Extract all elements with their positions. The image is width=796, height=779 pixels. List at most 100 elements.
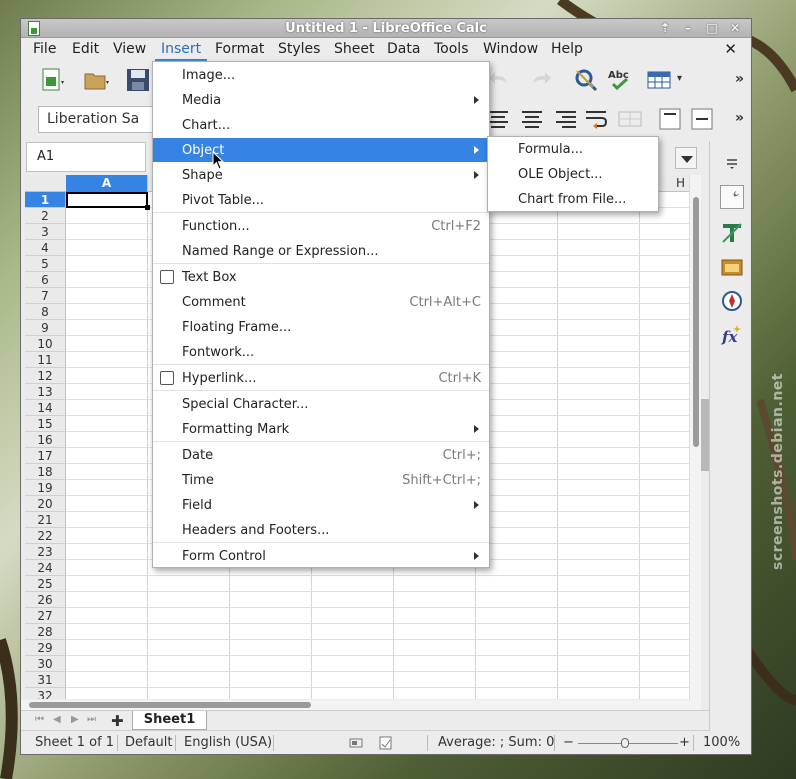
status-language[interactable]: English (USA) xyxy=(184,735,272,750)
merge-cells-icon[interactable] xyxy=(617,106,643,132)
functions-icon[interactable]: fx xyxy=(720,323,744,347)
row-header[interactable]: 21 xyxy=(25,512,66,528)
row-header[interactable]: 19 xyxy=(25,480,66,496)
align-top-icon[interactable] xyxy=(657,106,683,132)
menu-help[interactable]: Help xyxy=(551,41,583,57)
menu-view[interactable]: View xyxy=(113,41,146,57)
menu-item-text-box[interactable]: Text Box xyxy=(153,265,489,289)
row-header[interactable]: 9 xyxy=(25,320,66,336)
menu-window[interactable]: Window xyxy=(483,41,538,57)
redo-icon[interactable] xyxy=(527,67,553,93)
zoom-out-button[interactable]: − xyxy=(563,735,574,750)
row-header[interactable]: 15 xyxy=(25,416,66,432)
menu-item-chart[interactable]: Chart... xyxy=(153,113,489,137)
row-header[interactable]: 31 xyxy=(25,672,66,688)
row-header[interactable]: 2 xyxy=(25,208,66,224)
row-header[interactable]: 1 xyxy=(25,192,66,208)
last-sheet-icon[interactable]: ⏭ xyxy=(87,714,96,725)
selection-mode-icon[interactable] xyxy=(349,737,363,749)
vertical-scroll-thumb[interactable] xyxy=(693,197,699,447)
sidebar-collapse-handle[interactable] xyxy=(701,399,709,471)
menu-item-hyperlink[interactable]: Hyperlink... Ctrl+K xyxy=(153,366,489,390)
menu-item-shape[interactable]: Shape xyxy=(153,163,489,187)
submenu-formula[interactable]: Formula... xyxy=(518,142,583,157)
row-header[interactable]: 30 xyxy=(25,656,66,672)
navigator-icon[interactable] xyxy=(720,289,744,313)
horizontal-scroll-thumb[interactable] xyxy=(29,702,311,708)
expand-formula-bar-button[interactable] xyxy=(675,147,697,169)
menu-item-form-control[interactable]: Form Control xyxy=(153,544,489,568)
maximize-button[interactable]: □ xyxy=(703,21,721,36)
row-header[interactable]: 28 xyxy=(25,624,66,640)
row-header[interactable]: 12 xyxy=(25,368,66,384)
menu-file[interactable]: File xyxy=(33,41,56,57)
font-name-box[interactable]: Liberation Sa xyxy=(38,106,156,133)
menu-item-fontwork[interactable]: Fontwork... xyxy=(153,340,489,364)
row-header[interactable]: 7 xyxy=(25,288,66,304)
align-right-icon[interactable] xyxy=(553,106,579,132)
menu-item-media[interactable]: Media xyxy=(153,88,489,112)
align-middle-icon[interactable] xyxy=(689,106,715,132)
vertical-scrollbar[interactable] xyxy=(689,175,701,701)
open-folder-icon[interactable] xyxy=(83,67,109,93)
row-header[interactable]: 8 xyxy=(25,304,66,320)
name-box[interactable]: A1 xyxy=(26,142,146,172)
menu-item-object[interactable]: Object xyxy=(153,138,489,162)
submenu-chart-from-file[interactable]: Chart from File... xyxy=(518,192,626,207)
align-center-icon-2[interactable] xyxy=(519,106,545,132)
horizontal-scrollbar[interactable] xyxy=(21,700,701,710)
menu-format[interactable]: Format xyxy=(215,41,264,57)
zoom-in-button[interactable]: + xyxy=(679,735,690,750)
zoom-percentage[interactable]: 100% xyxy=(703,735,740,750)
gallery-icon[interactable] xyxy=(720,255,744,279)
row-header[interactable]: 25 xyxy=(25,576,66,592)
column-header[interactable]: A xyxy=(66,175,148,192)
row-header[interactable]: 13 xyxy=(25,384,66,400)
row-column-icon[interactable] xyxy=(647,67,673,93)
row-header[interactable]: 18 xyxy=(25,464,66,480)
properties-wrench-icon[interactable] xyxy=(720,185,744,209)
menu-item-image[interactable]: Image... xyxy=(153,63,489,87)
dropdown-arrow-icon[interactable]: ▾ xyxy=(677,73,682,84)
row-header[interactable]: 16 xyxy=(25,432,66,448)
row-header[interactable]: 27 xyxy=(25,608,66,624)
toolbar2-overflow-icon[interactable]: » xyxy=(735,110,744,126)
new-spreadsheet-icon[interactable] xyxy=(39,67,65,93)
add-sheet-icon[interactable]: ✚ xyxy=(111,712,124,730)
row-header[interactable]: 26 xyxy=(25,592,66,608)
row-header[interactable]: 14 xyxy=(25,400,66,416)
status-page-style[interactable]: Default xyxy=(125,735,173,750)
find-replace-icon[interactable] xyxy=(573,67,599,93)
save-icon[interactable] xyxy=(125,67,151,93)
styles-icon[interactable] xyxy=(720,221,744,245)
menu-item-headers-and-footers[interactable]: Headers and Footers... xyxy=(153,518,489,542)
row-header[interactable]: 23 xyxy=(25,544,66,560)
menu-item-special-character[interactable]: Special Character... xyxy=(153,392,489,416)
next-sheet-icon[interactable]: ▶ xyxy=(71,714,79,725)
menu-item-time[interactable]: Time Shift+Ctrl+; xyxy=(153,468,489,492)
row-header[interactable]: 4 xyxy=(25,240,66,256)
menu-data[interactable]: Data xyxy=(387,41,420,57)
row-header[interactable]: 3 xyxy=(25,224,66,240)
shade-button[interactable]: ⇡ xyxy=(656,21,674,36)
menu-item-pivot-table[interactable]: Pivot Table... xyxy=(153,188,489,212)
zoom-slider-knob[interactable] xyxy=(621,738,629,748)
menu-item-comment[interactable]: Comment Ctrl+Alt+C xyxy=(153,290,489,314)
minimize-button[interactable]: – xyxy=(679,21,697,36)
toolbar-overflow-icon[interactable]: » xyxy=(735,71,744,87)
spelling-icon[interactable]: Abc xyxy=(607,67,633,93)
menu-item-named-range-or-expression[interactable]: Named Range or Expression... xyxy=(153,239,489,263)
row-header[interactable]: 10 xyxy=(25,336,66,352)
row-header[interactable]: 11 xyxy=(25,352,66,368)
close-window-button[interactable]: ✕ xyxy=(726,21,744,36)
sidebar-menu-icon[interactable] xyxy=(720,151,744,175)
menu-insert[interactable]: Insert xyxy=(154,41,208,61)
menu-item-field[interactable]: Field xyxy=(153,493,489,517)
row-header[interactable]: 22 xyxy=(25,528,66,544)
wrap-text-icon[interactable] xyxy=(583,106,609,132)
menu-item-floating-frame[interactable]: Floating Frame... xyxy=(153,315,489,339)
close-document-icon[interactable]: ✕ xyxy=(724,40,737,58)
row-header[interactable]: 29 xyxy=(25,640,66,656)
row-header[interactable]: 24 xyxy=(25,560,66,576)
row-header[interactable]: 17 xyxy=(25,448,66,464)
